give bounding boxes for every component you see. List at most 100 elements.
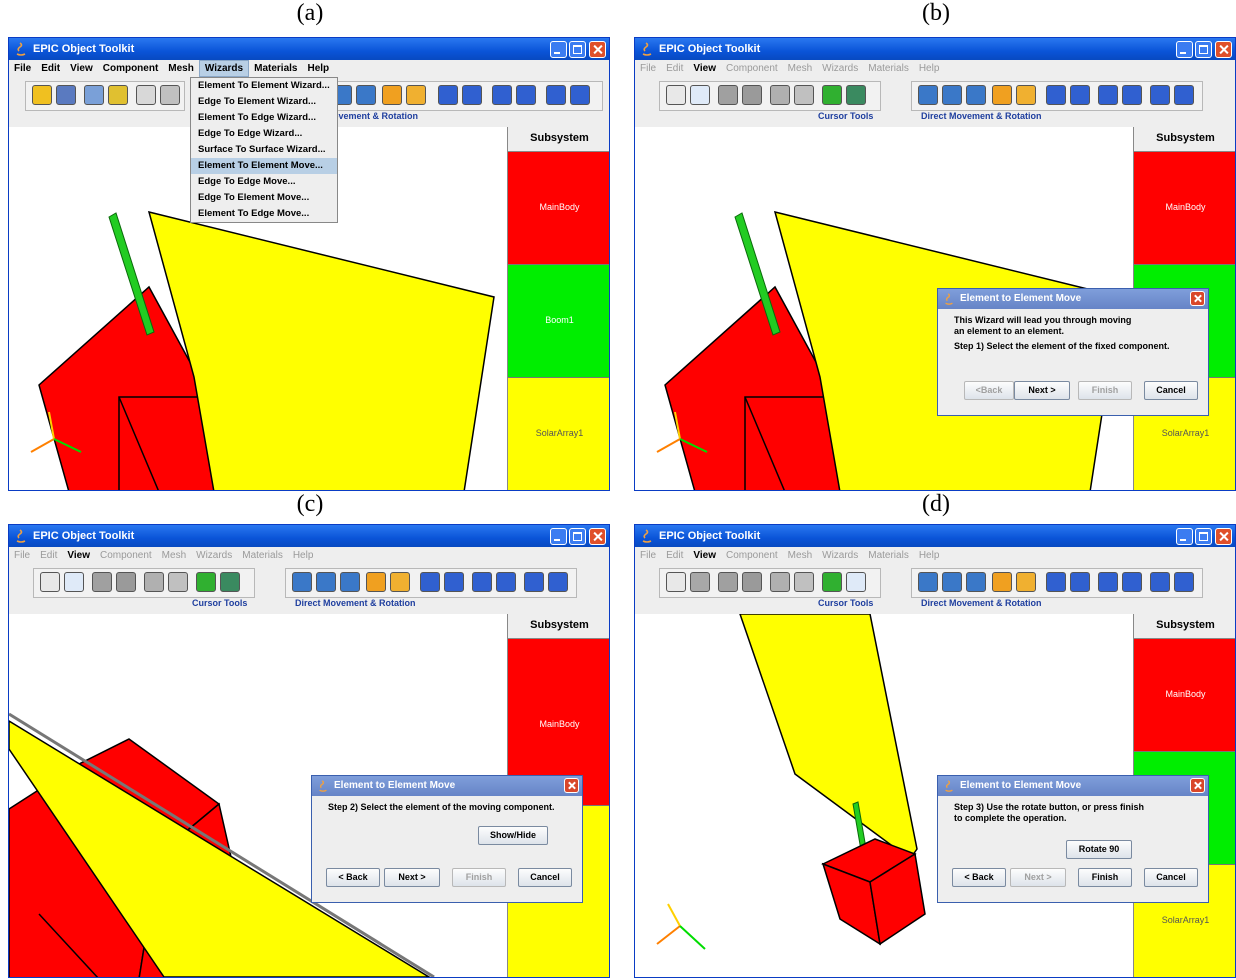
rotate-ccw-icon[interactable] — [1150, 572, 1170, 592]
orange-cube-icon[interactable] — [992, 85, 1012, 105]
menu-component[interactable]: Component — [721, 60, 783, 77]
menu-mesh[interactable]: Mesh — [783, 60, 817, 77]
subsystem-solararray1[interactable]: SolarArray1 — [508, 378, 609, 490]
finish-button[interactable]: Finish — [1078, 868, 1132, 887]
rotate-x-icon[interactable] — [438, 85, 458, 105]
move-2-icon[interactable] — [942, 85, 962, 105]
rotate-y-icon[interactable] — [462, 85, 482, 105]
move-icon[interactable] — [292, 572, 312, 592]
close-button[interactable] — [589, 41, 606, 58]
view-wire-icon[interactable] — [794, 85, 814, 105]
orange-square-icon[interactable] — [1016, 85, 1036, 105]
finish-button[interactable]: Finish — [1078, 381, 1132, 400]
menu-mesh[interactable]: Mesh — [783, 547, 817, 564]
menu-materials[interactable]: Materials — [249, 60, 302, 77]
menu-mesh[interactable]: Mesh — [157, 547, 191, 564]
view-solid-icon[interactable] — [40, 572, 60, 592]
view-sphere-icon[interactable] — [770, 572, 790, 592]
view-shaded-icon[interactable] — [742, 572, 762, 592]
view-box-icon[interactable] — [92, 572, 112, 592]
menu-component[interactable]: Component — [721, 547, 783, 564]
close-button[interactable] — [1215, 41, 1232, 58]
rotate-w-icon[interactable] — [496, 572, 516, 592]
finish-button[interactable]: Finish — [452, 868, 506, 887]
subsystem-mainbody[interactable]: MainBody — [508, 152, 609, 265]
rotate-z-icon[interactable] — [492, 85, 512, 105]
menu-materials[interactable]: Materials — [237, 547, 288, 564]
menu-view[interactable]: View — [688, 60, 721, 77]
menu-mesh[interactable]: Mesh — [163, 60, 199, 77]
next-button[interactable]: Next > — [384, 868, 440, 887]
menu-item-edge-to-edge-move[interactable]: Edge To Edge Move... — [191, 174, 337, 190]
menu-edit[interactable]: Edit — [661, 547, 688, 564]
menu-component[interactable]: Component — [95, 547, 157, 564]
rotate-90-button[interactable]: Rotate 90 — [1066, 840, 1132, 859]
minimize-button[interactable] — [1176, 528, 1193, 545]
maximize-button[interactable] — [1195, 528, 1212, 545]
rotate-w-icon[interactable] — [1122, 572, 1142, 592]
back-button[interactable]: < Back — [952, 868, 1006, 887]
rotate-x-icon[interactable] — [1046, 85, 1066, 105]
move-3-icon[interactable] — [966, 572, 986, 592]
menu-view[interactable]: View — [62, 547, 95, 564]
back-button[interactable]: < Back — [326, 868, 380, 887]
move-3-icon[interactable] — [340, 572, 360, 592]
menu-component[interactable]: Component — [98, 60, 164, 77]
rotate-cw-icon[interactable] — [1174, 85, 1194, 105]
rotate-z-icon[interactable] — [1098, 572, 1118, 592]
rotate-x-icon[interactable] — [1046, 572, 1066, 592]
rotate-w-icon[interactable] — [1122, 85, 1142, 105]
move-2-icon[interactable] — [356, 85, 376, 105]
move-2-icon[interactable] — [316, 572, 336, 592]
rotate-z-icon[interactable] — [1098, 85, 1118, 105]
view-shaded-icon[interactable] — [108, 85, 128, 105]
view-mesh-icon[interactable] — [56, 85, 76, 105]
view-mesh-icon[interactable] — [690, 572, 710, 592]
globe-icon[interactable] — [846, 572, 866, 592]
menu-file[interactable]: File — [635, 547, 661, 564]
dialog-close-button[interactable] — [1190, 291, 1205, 306]
orange-square-icon[interactable] — [390, 572, 410, 592]
view-box-icon[interactable] — [84, 85, 104, 105]
menu-help[interactable]: Help — [302, 60, 334, 77]
rotate-y-icon[interactable] — [1070, 572, 1090, 592]
menu-materials[interactable]: Materials — [863, 547, 914, 564]
menu-file[interactable]: File — [9, 547, 35, 564]
menu-help[interactable]: Help — [914, 547, 945, 564]
move-icon[interactable] — [918, 572, 938, 592]
view-box-icon[interactable] — [718, 85, 738, 105]
crosshair-icon[interactable] — [196, 572, 216, 592]
minimize-button[interactable] — [550, 528, 567, 545]
rotate-y-icon[interactable] — [1070, 85, 1090, 105]
view-sphere-icon[interactable] — [136, 85, 156, 105]
close-button[interactable] — [1215, 528, 1232, 545]
maximize-button[interactable] — [569, 41, 586, 58]
menu-file[interactable]: File — [635, 60, 661, 77]
view-box-icon[interactable] — [718, 572, 738, 592]
view-blank-icon[interactable] — [690, 85, 710, 105]
view-solid-icon[interactable] — [666, 85, 686, 105]
menu-help[interactable]: Help — [914, 60, 945, 77]
dialog-close-button[interactable] — [564, 778, 579, 793]
maximize-button[interactable] — [1195, 41, 1212, 58]
globe-icon[interactable] — [220, 572, 240, 592]
subsystem-mainbody[interactable]: MainBody — [1134, 152, 1235, 265]
rotate-ccw-icon[interactable] — [546, 85, 566, 105]
rotate-cw-icon[interactable] — [570, 85, 590, 105]
back-button[interactable]: <Back — [964, 381, 1014, 400]
orange-cube-icon[interactable] — [366, 572, 386, 592]
rotate-cw-icon[interactable] — [548, 572, 568, 592]
menu-item-edge-to-element-wizard[interactable]: Edge To Element Wizard... — [191, 94, 337, 110]
next-button[interactable]: Next > — [1010, 868, 1066, 887]
crosshair-icon[interactable] — [822, 85, 842, 105]
view-shaded-icon[interactable] — [116, 572, 136, 592]
orange-cube-icon[interactable] — [992, 572, 1012, 592]
globe-icon[interactable] — [846, 85, 866, 105]
orange-square-icon[interactable] — [1016, 572, 1036, 592]
menu-edit[interactable]: Edit — [661, 60, 688, 77]
menu-edit[interactable]: Edit — [35, 547, 62, 564]
rotate-y-icon[interactable] — [444, 572, 464, 592]
menu-item-element-to-edge-wizard[interactable]: Element To Edge Wizard... — [191, 110, 337, 126]
menu-file[interactable]: File — [9, 60, 36, 77]
rotate-w-icon[interactable] — [516, 85, 536, 105]
